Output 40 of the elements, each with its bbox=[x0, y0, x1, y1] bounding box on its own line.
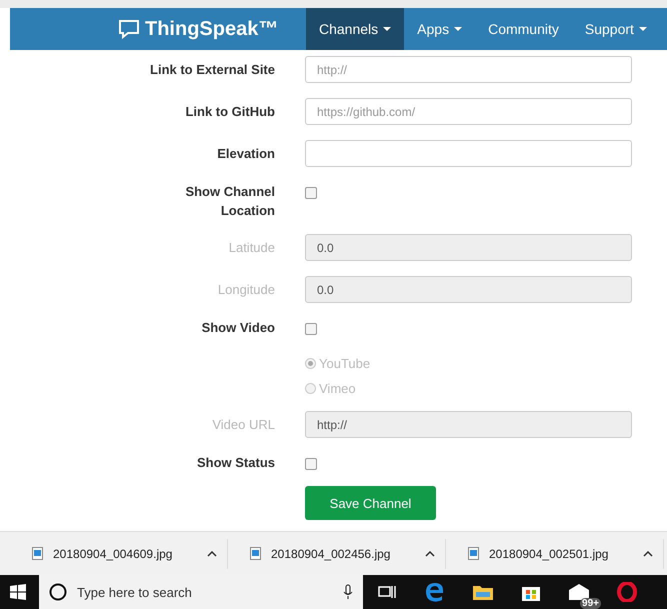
field-label: Longitude bbox=[218, 281, 275, 299]
image-file-icon bbox=[32, 547, 43, 560]
checkbox[interactable] bbox=[305, 187, 317, 199]
chevron-up-icon[interactable] bbox=[643, 550, 653, 556]
save-button[interactable]: Save Channel bbox=[305, 486, 436, 520]
nav-menu-item[interactable]: Support bbox=[572, 8, 660, 50]
download-file-name[interactable]: 20180904_002501.jpg bbox=[489, 546, 633, 560]
chevron-up-icon[interactable] bbox=[207, 550, 217, 556]
nav-menu-item[interactable]: Apps bbox=[404, 8, 476, 50]
checkbox[interactable] bbox=[305, 458, 317, 470]
search-field[interactable]: Type here to search bbox=[39, 575, 363, 609]
browser-icon[interactable] bbox=[425, 582, 445, 602]
folder-icon[interactable] bbox=[472, 583, 494, 601]
checkbox-label: Show Video bbox=[202, 319, 275, 337]
chevron-up-icon[interactable] bbox=[425, 550, 435, 556]
circle-icon bbox=[49, 583, 67, 601]
speech-bubble-icon bbox=[118, 19, 140, 39]
notification-badge: 99+ bbox=[580, 598, 601, 609]
checkbox-label: Show Channel Location bbox=[184, 183, 275, 220]
task-view-icon[interactable] bbox=[378, 584, 396, 600]
windows-start-icon[interactable] bbox=[10, 584, 26, 600]
download-file-name[interactable]: 20180904_004609.jpg bbox=[53, 546, 197, 560]
nav-menu-item[interactable]: Community bbox=[475, 8, 572, 50]
radio-label: Vimeo bbox=[319, 381, 356, 396]
image-file-icon bbox=[250, 547, 261, 560]
input-field[interactable] bbox=[305, 140, 632, 167]
nav-menu-item[interactable]: Channels bbox=[306, 8, 404, 50]
field-label: Link to External Site bbox=[150, 61, 275, 79]
opera-icon[interactable] bbox=[617, 582, 637, 602]
field-label: Elevation bbox=[217, 145, 275, 163]
logo-text: ThingSpeak™ bbox=[145, 18, 278, 40]
field-label: Link to GitHub bbox=[185, 103, 275, 121]
field-label: Latitude bbox=[228, 239, 275, 257]
radio-label: YouTube bbox=[319, 356, 370, 371]
checkbox-label: Show Status bbox=[196, 454, 275, 472]
field-label: Video URL bbox=[212, 416, 275, 434]
microphone-icon[interactable] bbox=[343, 584, 353, 600]
checkbox[interactable] bbox=[305, 323, 317, 335]
image-file-icon bbox=[468, 547, 479, 560]
download-file-name[interactable]: 20180904_002456.jpg bbox=[271, 546, 415, 560]
